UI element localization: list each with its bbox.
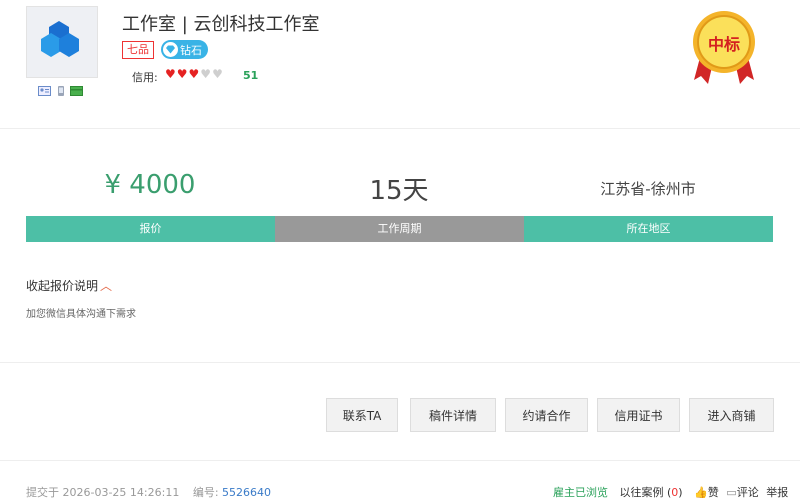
invite-button[interactable]: 约请合作	[505, 398, 588, 432]
period-value: 15天	[369, 176, 429, 206]
comment-icon: ▭	[726, 486, 737, 499]
diamond-icon	[163, 42, 178, 57]
id-card-icon[interactable]	[38, 86, 51, 96]
credit-score: 51	[243, 69, 259, 82]
collapse-label: 收起报价说明	[26, 279, 99, 293]
heart-empty-icon: ♥	[212, 67, 223, 81]
divider	[0, 362, 800, 363]
credit-label: 信用:	[132, 71, 158, 84]
winning-bid-medal: 中标	[688, 6, 760, 86]
employer-viewed-status: 雇主已浏览	[553, 486, 608, 499]
price-label: 报价	[26, 216, 275, 242]
collapse-description-toggle[interactable]: 收起报价说明 ︿	[26, 277, 112, 294]
avatar[interactable]	[26, 6, 98, 78]
report-button[interactable]: 举报	[766, 486, 788, 499]
quote-description: 加您微信具体沟通下需求	[26, 309, 136, 320]
footer-actions: 雇主已浏览 以往案例 (0) 👍赞 ▭评论 举报	[553, 484, 788, 500]
id-label: 编号:	[192, 486, 219, 499]
bank-card-icon[interactable]	[70, 86, 83, 96]
heart-icon: ♥	[176, 67, 188, 81]
past-cases-link[interactable]: 以往案例 (0)	[620, 486, 683, 499]
heart-icon: ♥	[188, 67, 200, 81]
diamond-badge-label: 钻石	[180, 43, 202, 57]
divider	[0, 128, 800, 129]
comment-button[interactable]: ▭评论	[726, 486, 758, 499]
divider	[0, 460, 800, 461]
heart-icon: ♥	[165, 67, 176, 81]
studio-title[interactable]: 工作室 | 云创科技工作室	[122, 10, 320, 36]
credit-hearts: ♥ ♥ ♥ ♥ ♥	[165, 68, 223, 81]
period-label: 工作周期	[275, 216, 524, 242]
submission-info: 提交于 2026-03-25 14:26:11 编号: 5526640	[26, 484, 271, 500]
credit-certificate-button[interactable]: 信用证书	[597, 398, 680, 432]
verification-icons	[38, 86, 83, 96]
id-value: 5526640	[222, 486, 272, 499]
enter-store-button[interactable]: 进入商铺	[689, 398, 774, 432]
diamond-badge: 钻石	[161, 40, 208, 59]
contact-button[interactable]: 联系TA	[326, 398, 398, 432]
region-value: 江苏省-徐州市	[600, 180, 696, 198]
submitted-time: 2026-03-25 14:26:11	[62, 486, 180, 499]
like-button[interactable]: 👍赞	[694, 486, 719, 499]
medal-label: 中标	[707, 35, 740, 54]
heart-empty-icon: ♥	[200, 67, 212, 81]
thumbs-up-icon: 👍	[694, 486, 708, 499]
studio-logo-icon	[41, 21, 79, 57]
region-label: 所在地区	[524, 216, 773, 242]
chevron-up-icon: ︿	[100, 279, 113, 293]
submitted-label: 提交于	[26, 486, 59, 499]
price-value: ¥ 4000	[104, 170, 196, 200]
draft-details-button[interactable]: 稿件详情	[410, 398, 496, 432]
phone-icon[interactable]	[54, 86, 67, 96]
rank-badge: 七品	[122, 41, 154, 59]
